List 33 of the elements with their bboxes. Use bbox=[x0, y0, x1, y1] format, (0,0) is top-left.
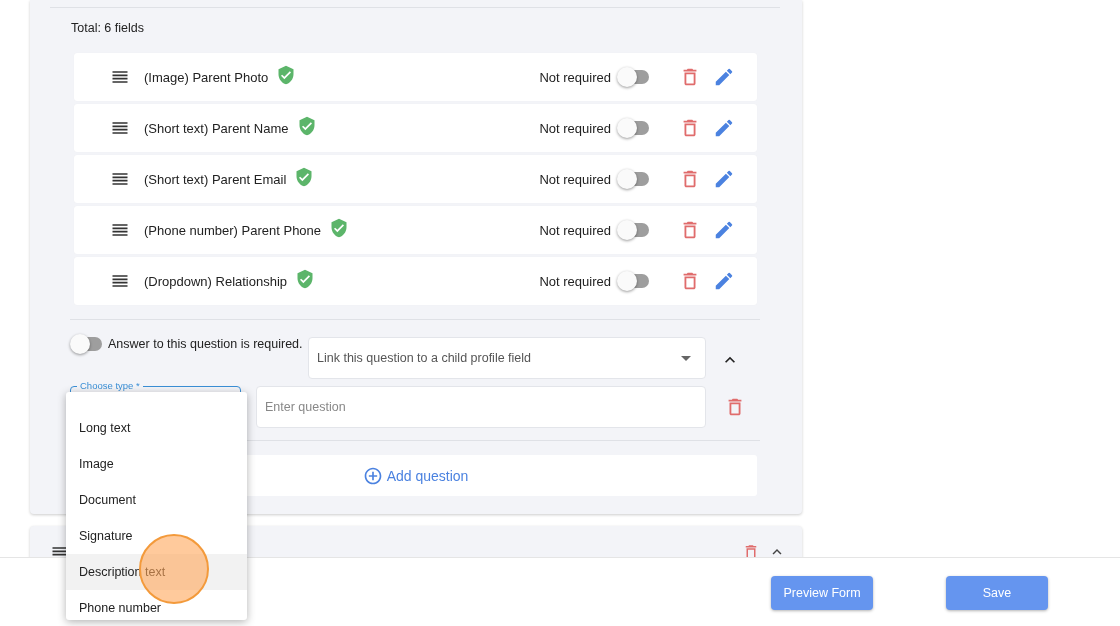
question-field[interactable]: Enter question bbox=[256, 386, 706, 428]
menu-item[interactable]: Image bbox=[66, 446, 247, 482]
edit-icon[interactable] bbox=[713, 270, 735, 292]
field-label: (Short text) Parent Name bbox=[144, 120, 289, 136]
required-label: Answer to this question is required. bbox=[108, 337, 303, 351]
field-count: Total: 6 fields bbox=[71, 21, 145, 37]
field-label: (Short text) Parent Email bbox=[144, 171, 287, 187]
profile-field-select[interactable]: Link this question to a child profile field bbox=[308, 337, 706, 379]
toggle-switch[interactable] bbox=[70, 334, 104, 354]
edit-icon[interactable] bbox=[713, 219, 735, 241]
required-status: Not required bbox=[539, 69, 611, 85]
toggle-switch[interactable] bbox=[617, 271, 651, 291]
menu-item[interactable]: Phone number bbox=[66, 590, 247, 620]
field-label: (Phone number) Parent Phone bbox=[144, 222, 322, 238]
field-label: (Image) Parent Photo bbox=[144, 69, 269, 85]
toggle-switch[interactable] bbox=[617, 220, 651, 240]
menu-item[interactable]: Long text bbox=[66, 410, 247, 446]
required-status: Not required bbox=[539, 222, 611, 238]
edit-icon[interactable] bbox=[713, 66, 735, 88]
toggle-switch[interactable] bbox=[617, 118, 651, 138]
menu-item[interactable]: Document bbox=[66, 482, 247, 518]
toggle-switch[interactable] bbox=[617, 169, 651, 189]
edit-icon[interactable] bbox=[713, 117, 735, 139]
required-status: Not required bbox=[539, 120, 611, 136]
field-label: (Dropdown) Relationship bbox=[144, 273, 288, 289]
menu-item[interactable]: Signature bbox=[66, 518, 247, 554]
required-status: Not required bbox=[539, 171, 611, 187]
edit-icon[interactable] bbox=[713, 168, 735, 190]
required-status: Not required bbox=[539, 273, 611, 289]
toggle-switch[interactable] bbox=[617, 67, 651, 87]
dropdown-caret-icon bbox=[681, 355, 691, 361]
add-question-button[interactable]: Add question bbox=[362, 465, 469, 486]
menu-item[interactable]: Description text bbox=[66, 554, 247, 590]
